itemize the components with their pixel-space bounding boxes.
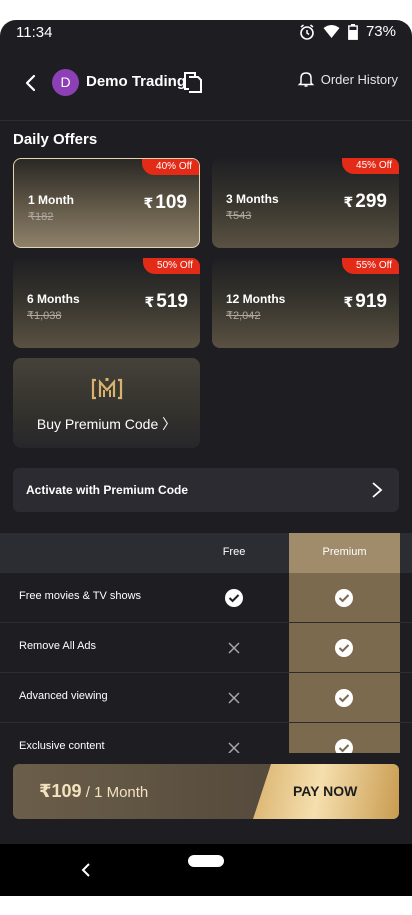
- cross-icon: [228, 742, 240, 753]
- chevron-right-icon: [372, 482, 383, 498]
- battery-icon: [348, 23, 358, 40]
- app-screen: 11:34 73% D Demo Trading Order History D…: [0, 20, 412, 896]
- alarm-icon: [300, 23, 314, 40]
- cross-icon: [228, 642, 240, 654]
- offer-old-price: ₹182: [28, 211, 54, 223]
- pay-now-button[interactable]: PAY NOW: [253, 764, 399, 819]
- feature-row: Free movies & TV shows: [0, 573, 412, 623]
- feature-row: Remove All Ads: [0, 623, 412, 673]
- nav-back-icon[interactable]: [78, 862, 94, 878]
- discount-badge: 40% Off: [142, 159, 199, 175]
- feature-name: Advanced viewing: [19, 690, 108, 702]
- status-time: 11:34: [16, 24, 53, 41]
- copy-icon[interactable]: [182, 70, 204, 94]
- avatar[interactable]: D: [52, 69, 79, 96]
- offer-card-12-months[interactable]: 55% Off 12 Months ₹2,042 ₹919: [212, 258, 399, 348]
- offer-price-value: 519: [156, 291, 188, 312]
- discount-badge: 55% Off: [342, 258, 399, 274]
- offer-price: ₹299: [344, 191, 387, 213]
- buy-premium-code-label: Buy Premium Code 〉: [36, 416, 177, 432]
- checkout-bar: ₹109 / 1 Month PAY NOW: [13, 764, 399, 819]
- selected-price-value: ₹109: [39, 781, 82, 801]
- header-divider: [0, 120, 412, 121]
- selected-period: / 1 Month: [81, 784, 149, 801]
- check-circle-icon: [335, 739, 353, 753]
- bell-icon: [297, 72, 315, 87]
- feature-row: Advanced viewing: [0, 673, 412, 723]
- offer-duration: 6 Months: [27, 292, 80, 306]
- check-circle-icon: [335, 689, 353, 707]
- activate-premium-code-row[interactable]: Activate with Premium Code: [13, 468, 399, 512]
- currency-symbol: ₹: [343, 194, 354, 210]
- check-circle-icon: [225, 589, 243, 607]
- offer-duration: 12 Months: [226, 292, 286, 306]
- premium-logo-icon: [91, 378, 123, 400]
- selected-price: ₹109 / 1 Month: [39, 781, 148, 802]
- feature-name: Free movies & TV shows: [19, 590, 142, 602]
- offer-card-6-months[interactable]: 50% Off 6 Months ₹1,038 ₹519: [13, 258, 200, 348]
- feature-name: Exclusive content: [19, 740, 105, 752]
- nav-home-pill[interactable]: [188, 855, 224, 867]
- back-arrow-icon[interactable]: [20, 72, 42, 94]
- app-header: D Demo Trading Order History: [0, 60, 412, 106]
- phone-frame: 11:34 73% D Demo Trading Order History D…: [0, 0, 412, 915]
- order-history-label: Order History: [320, 71, 398, 87]
- currency-symbol: ₹: [143, 195, 154, 211]
- currency-symbol: ₹: [144, 294, 155, 310]
- pay-now-label: PAY NOW: [293, 783, 358, 799]
- discount-badge: 45% Off: [342, 158, 399, 174]
- offer-old-price: ₹1,038: [27, 310, 62, 322]
- activate-label: Activate with Premium Code: [26, 483, 189, 497]
- offer-price-value: 109: [155, 192, 187, 213]
- offer-card-1-month[interactable]: 40% Off 1 Month ₹182 ₹109: [13, 158, 200, 248]
- check-circle-icon: [335, 589, 353, 607]
- offer-old-price: ₹2,042: [226, 310, 261, 322]
- offer-card-3-months[interactable]: 45% Off 3 Months ₹543 ₹299: [212, 158, 399, 248]
- offer-price: ₹109: [144, 192, 187, 214]
- offer-duration: 1 Month: [28, 193, 74, 207]
- account-name[interactable]: Demo Trading: [86, 73, 186, 90]
- check-circle-icon: [335, 639, 353, 657]
- discount-badge: 50% Off: [143, 258, 200, 274]
- buy-premium-code-card[interactable]: Buy Premium Code 〉: [13, 358, 200, 448]
- currency-symbol: ₹: [343, 294, 354, 310]
- order-history-link[interactable]: Order History: [297, 70, 398, 88]
- offer-price: ₹519: [145, 291, 188, 313]
- plan-comparison-table: Free Premium Free movies & TV shows Remo…: [0, 533, 412, 753]
- status-icons: 73%: [299, 23, 396, 40]
- section-title: Daily Offers: [13, 131, 98, 148]
- offer-price-value: 919: [355, 291, 387, 312]
- cross-icon: [228, 692, 240, 704]
- free-column-label: Free: [222, 546, 246, 558]
- offer-price: ₹919: [344, 291, 387, 313]
- offer-price-value: 299: [355, 191, 387, 212]
- status-bar: 11:34 73%: [0, 20, 412, 46]
- feature-row: Exclusive content: [0, 723, 412, 753]
- battery-percent: 73%: [365, 23, 396, 40]
- feature-name: Remove All Ads: [19, 640, 97, 652]
- wifi-icon: [323, 25, 340, 38]
- offer-duration: 3 Months: [226, 192, 279, 206]
- offer-old-price: ₹543: [226, 210, 252, 222]
- system-nav-bar: [0, 844, 412, 896]
- premium-column-label: Premium: [322, 546, 367, 558]
